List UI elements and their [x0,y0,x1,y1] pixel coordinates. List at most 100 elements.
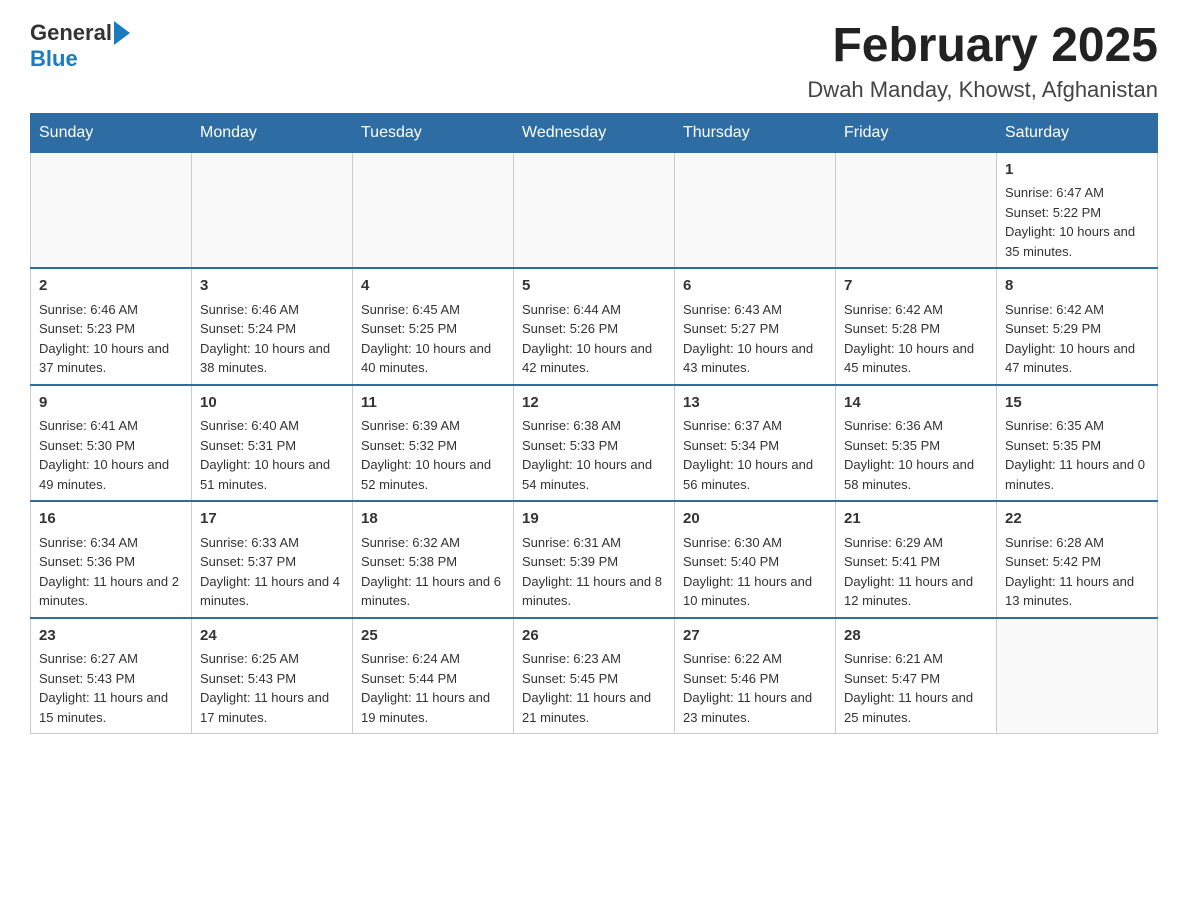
day-number: 20 [683,508,827,531]
calendar-week-row: 2Sunrise: 6:46 AMSunset: 5:23 PMDaylight… [31,268,1158,385]
day-info: Sunrise: 6:28 AM [1005,533,1149,553]
calendar-day-cell: 26Sunrise: 6:23 AMSunset: 5:45 PMDayligh… [514,618,675,734]
day-info: Daylight: 11 hours and 17 minutes. [200,688,344,727]
day-info: Daylight: 11 hours and 12 minutes. [844,572,988,611]
day-of-week-header: Monday [192,113,353,152]
day-info: Sunset: 5:35 PM [844,436,988,456]
day-number: 21 [844,508,988,531]
day-number: 9 [39,392,183,415]
day-number: 16 [39,508,183,531]
day-number: 23 [39,625,183,648]
day-info: Sunset: 5:23 PM [39,319,183,339]
day-number: 10 [200,392,344,415]
calendar-day-cell: 27Sunrise: 6:22 AMSunset: 5:46 PMDayligh… [675,618,836,734]
calendar-day-cell: 1Sunrise: 6:47 AMSunset: 5:22 PMDaylight… [997,152,1158,268]
calendar-day-cell [997,618,1158,734]
calendar-day-cell: 3Sunrise: 6:46 AMSunset: 5:24 PMDaylight… [192,268,353,385]
day-number: 17 [200,508,344,531]
day-info: Sunset: 5:24 PM [200,319,344,339]
day-info: Daylight: 10 hours and 45 minutes. [844,339,988,378]
day-info: Daylight: 11 hours and 21 minutes. [522,688,666,727]
day-of-week-header: Saturday [997,113,1158,152]
day-number: 25 [361,625,505,648]
calendar-title: February 2025 [807,20,1158,73]
day-info: Sunset: 5:28 PM [844,319,988,339]
day-info: Sunrise: 6:38 AM [522,416,666,436]
day-number: 22 [1005,508,1149,531]
day-info: Sunset: 5:43 PM [200,669,344,689]
day-info: Sunset: 5:44 PM [361,669,505,689]
day-info: Sunset: 5:29 PM [1005,319,1149,339]
day-info: Sunrise: 6:46 AM [200,300,344,320]
calendar-day-cell: 15Sunrise: 6:35 AMSunset: 5:35 PMDayligh… [997,385,1158,502]
day-info: Daylight: 11 hours and 2 minutes. [39,572,183,611]
day-info: Daylight: 10 hours and 35 minutes. [1005,222,1149,261]
day-info: Daylight: 11 hours and 4 minutes. [200,572,344,611]
day-info: Daylight: 10 hours and 54 minutes. [522,455,666,494]
calendar-day-cell: 6Sunrise: 6:43 AMSunset: 5:27 PMDaylight… [675,268,836,385]
day-info: Sunset: 5:25 PM [361,319,505,339]
day-info: Daylight: 10 hours and 37 minutes. [39,339,183,378]
day-info: Sunrise: 6:29 AM [844,533,988,553]
calendar-day-cell: 12Sunrise: 6:38 AMSunset: 5:33 PMDayligh… [514,385,675,502]
day-info: Daylight: 10 hours and 47 minutes. [1005,339,1149,378]
day-info: Sunrise: 6:44 AM [522,300,666,320]
calendar-week-row: 23Sunrise: 6:27 AMSunset: 5:43 PMDayligh… [31,618,1158,734]
calendar-day-cell [31,152,192,268]
calendar-day-cell [192,152,353,268]
day-info: Sunset: 5:22 PM [1005,203,1149,223]
day-info: Sunset: 5:41 PM [844,552,988,572]
day-of-week-header: Thursday [675,113,836,152]
day-info: Daylight: 10 hours and 42 minutes. [522,339,666,378]
day-info: Sunset: 5:47 PM [844,669,988,689]
day-info: Sunrise: 6:32 AM [361,533,505,553]
day-info: Daylight: 11 hours and 0 minutes. [1005,455,1149,494]
calendar-day-cell: 7Sunrise: 6:42 AMSunset: 5:28 PMDaylight… [836,268,997,385]
day-number: 24 [200,625,344,648]
day-info: Daylight: 10 hours and 38 minutes. [200,339,344,378]
calendar-day-cell: 25Sunrise: 6:24 AMSunset: 5:44 PMDayligh… [353,618,514,734]
calendar-day-cell: 20Sunrise: 6:30 AMSunset: 5:40 PMDayligh… [675,501,836,618]
calendar-table: SundayMondayTuesdayWednesdayThursdayFrid… [30,113,1158,735]
day-info: Sunset: 5:34 PM [683,436,827,456]
calendar-day-cell: 5Sunrise: 6:44 AMSunset: 5:26 PMDaylight… [514,268,675,385]
day-info: Sunrise: 6:34 AM [39,533,183,553]
day-info: Sunrise: 6:24 AM [361,649,505,669]
day-info: Sunset: 5:36 PM [39,552,183,572]
calendar-day-cell: 13Sunrise: 6:37 AMSunset: 5:34 PMDayligh… [675,385,836,502]
calendar-week-row: 9Sunrise: 6:41 AMSunset: 5:30 PMDaylight… [31,385,1158,502]
calendar-day-cell: 4Sunrise: 6:45 AMSunset: 5:25 PMDaylight… [353,268,514,385]
day-number: 2 [39,275,183,298]
day-number: 7 [844,275,988,298]
day-number: 1 [1005,159,1149,182]
calendar-header-row: SundayMondayTuesdayWednesdayThursdayFrid… [31,113,1158,152]
day-info: Sunrise: 6:36 AM [844,416,988,436]
day-number: 19 [522,508,666,531]
day-info: Sunrise: 6:37 AM [683,416,827,436]
day-info: Sunrise: 6:47 AM [1005,183,1149,203]
calendar-day-cell [675,152,836,268]
logo: General Blue [30,20,130,72]
day-of-week-header: Tuesday [353,113,514,152]
day-info: Daylight: 11 hours and 6 minutes. [361,572,505,611]
day-info: Daylight: 10 hours and 49 minutes. [39,455,183,494]
day-info: Sunset: 5:26 PM [522,319,666,339]
calendar-day-cell: 24Sunrise: 6:25 AMSunset: 5:43 PMDayligh… [192,618,353,734]
day-info: Sunrise: 6:30 AM [683,533,827,553]
day-info: Daylight: 11 hours and 13 minutes. [1005,572,1149,611]
calendar-week-row: 1Sunrise: 6:47 AMSunset: 5:22 PMDaylight… [31,152,1158,268]
calendar-day-cell: 18Sunrise: 6:32 AMSunset: 5:38 PMDayligh… [353,501,514,618]
day-number: 8 [1005,275,1149,298]
calendar-day-cell: 17Sunrise: 6:33 AMSunset: 5:37 PMDayligh… [192,501,353,618]
day-info: Sunrise: 6:39 AM [361,416,505,436]
day-number: 26 [522,625,666,648]
day-info: Sunset: 5:43 PM [39,669,183,689]
day-info: Sunrise: 6:41 AM [39,416,183,436]
day-number: 12 [522,392,666,415]
day-info: Sunset: 5:35 PM [1005,436,1149,456]
calendar-day-cell: 14Sunrise: 6:36 AMSunset: 5:35 PMDayligh… [836,385,997,502]
day-info: Sunrise: 6:42 AM [1005,300,1149,320]
day-number: 13 [683,392,827,415]
day-info: Sunset: 5:38 PM [361,552,505,572]
day-info: Daylight: 11 hours and 8 minutes. [522,572,666,611]
